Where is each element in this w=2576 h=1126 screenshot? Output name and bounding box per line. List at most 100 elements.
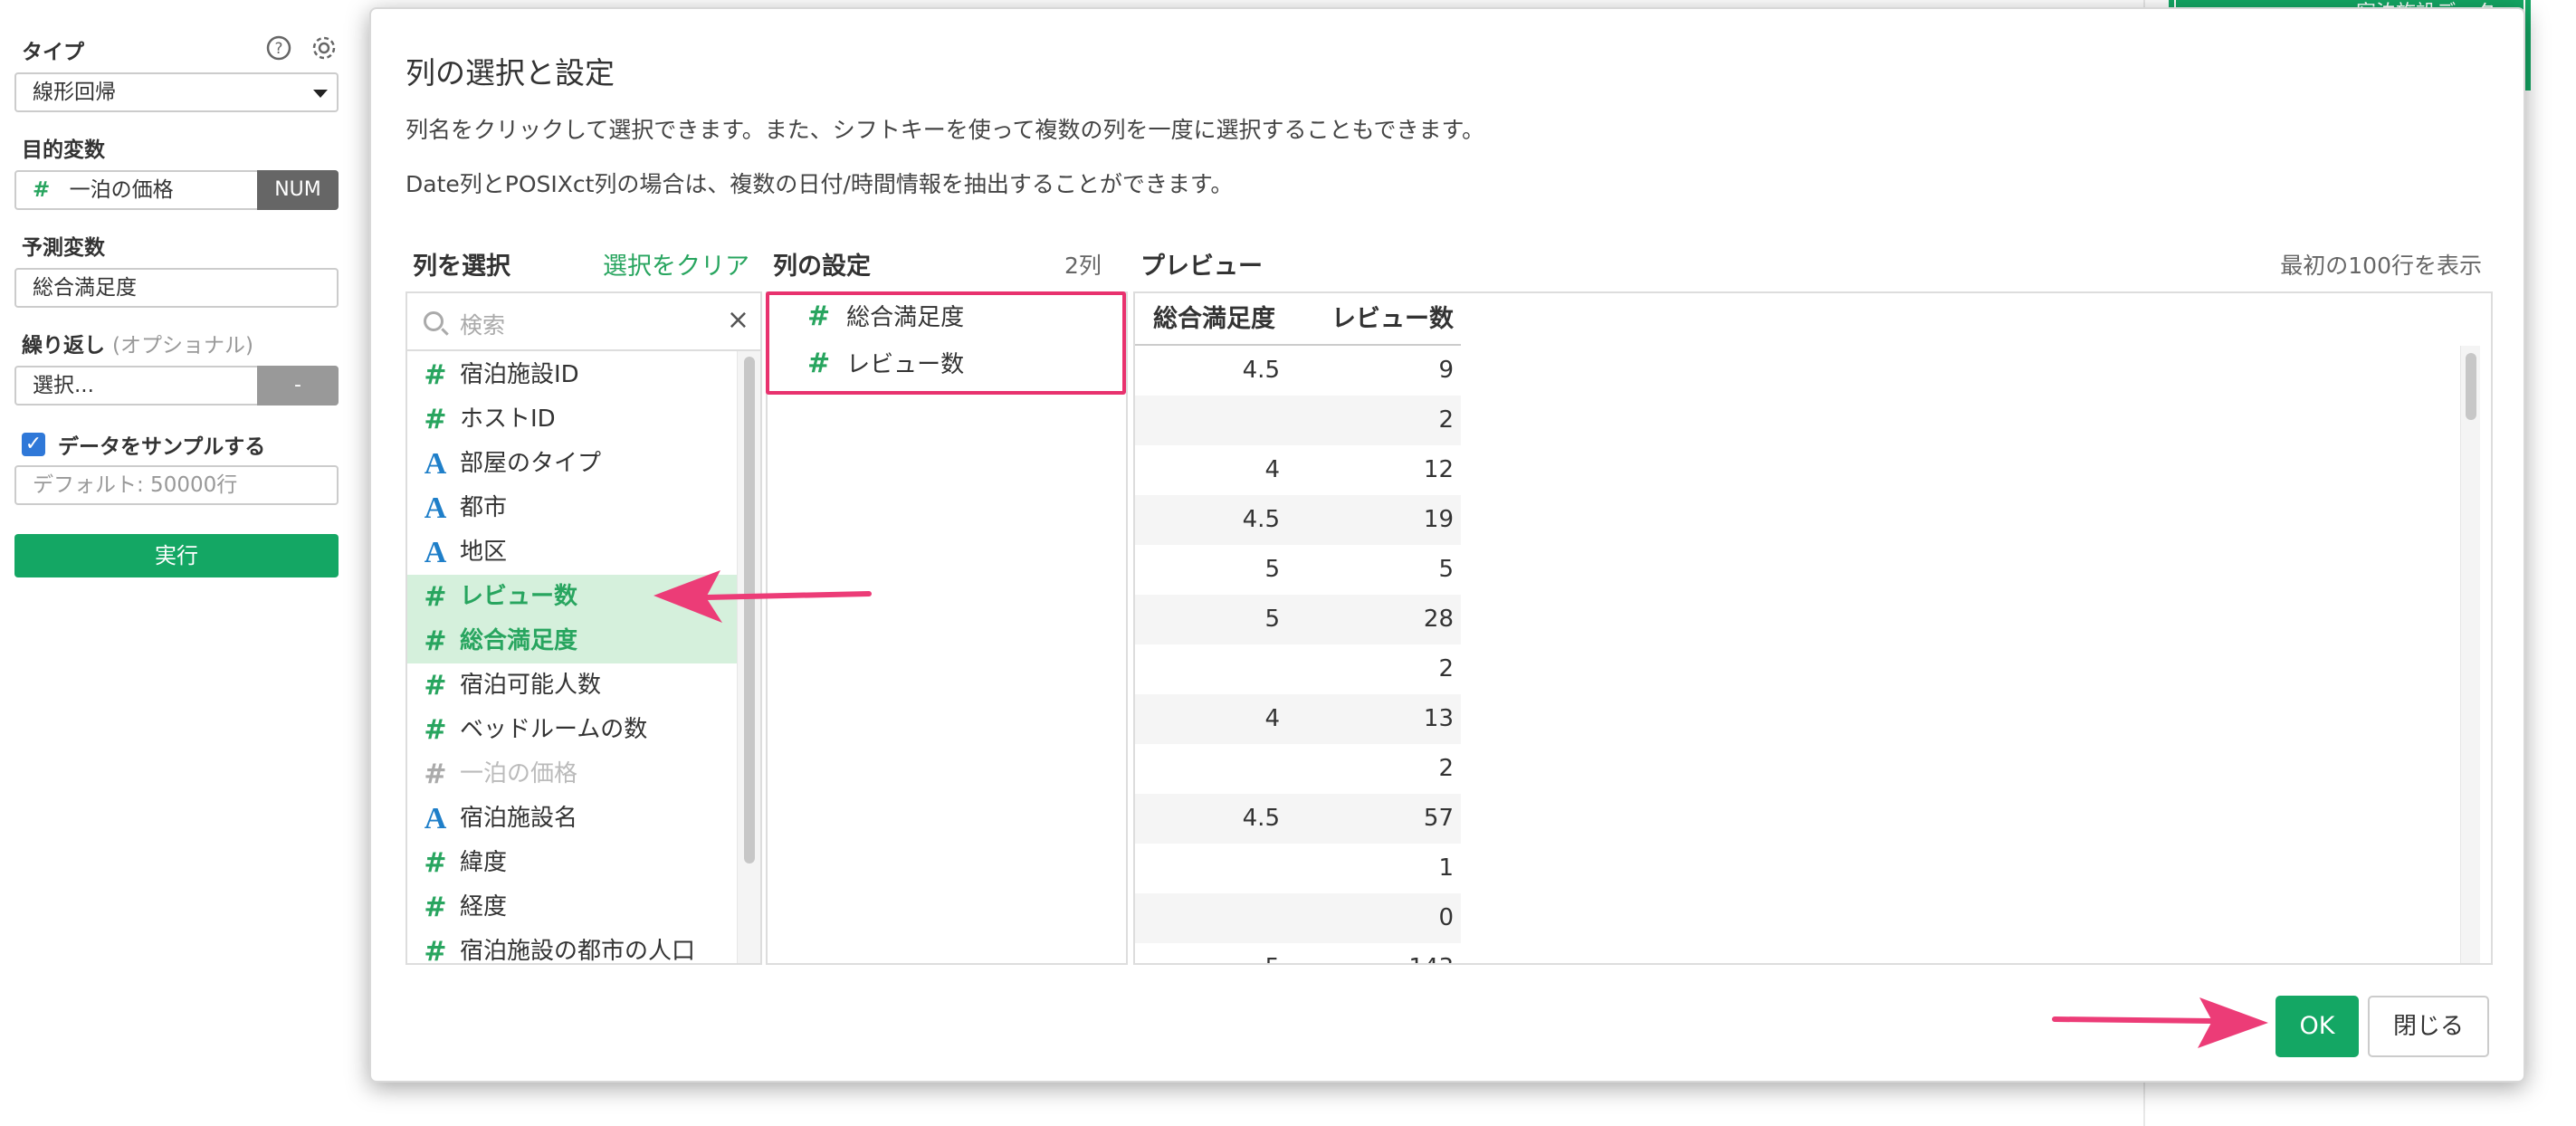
column-name: 緯度 xyxy=(460,849,508,876)
number-type-icon: # xyxy=(424,714,447,746)
column-list-item[interactable]: # ホストID xyxy=(407,397,739,442)
chevron-down-icon xyxy=(313,90,328,98)
search-icon xyxy=(424,311,444,331)
close-icon[interactable]: × xyxy=(727,304,749,336)
selected-column-item[interactable]: # レビュー数 xyxy=(807,346,964,379)
table-row: 1 xyxy=(1135,844,1461,893)
table-row: 4.5 19 xyxy=(1135,495,1461,545)
column-list-item[interactable]: # ベッドルームの数 xyxy=(407,708,739,752)
repeat-label-text: 繰り返し xyxy=(22,334,105,358)
type-select[interactable]: 線形回帰 xyxy=(14,72,339,112)
table-row: 4.5 9 xyxy=(1135,346,1461,396)
close-button[interactable]: 閉じる xyxy=(2368,996,2489,1057)
table-cell: 4 xyxy=(1264,705,1280,732)
preview-rows: 4.5924124.51955528241324.557105143 xyxy=(1135,346,1461,963)
table-row: 5 28 xyxy=(1135,595,1461,644)
column-name: 総合満足度 xyxy=(460,627,578,654)
first-rows-note: 最初の100行を表示 xyxy=(2280,253,2482,279)
pointer-arrow-left-icon xyxy=(654,570,872,623)
table-cell: 9 xyxy=(1438,357,1454,384)
table-cell: 28 xyxy=(1423,606,1454,633)
gear-icon[interactable] xyxy=(310,34,339,63)
selected-column-name: 総合満足度 xyxy=(846,304,965,331)
target-label: 目的変数 xyxy=(22,138,105,162)
column-list-item[interactable]: # 緯度 xyxy=(407,841,739,885)
column-select-dialog: 列の選択と設定 列名をクリックして選択できます。また、シフトキーを使って複数の列… xyxy=(369,7,2525,1083)
table-row: 0 xyxy=(1135,893,1461,943)
column-list-item[interactable]: A 都市 xyxy=(407,486,739,530)
number-type-icon: # xyxy=(33,178,51,202)
column-list-item[interactable]: # 宿泊可能人数 xyxy=(407,663,739,708)
column-name: ホストID xyxy=(460,406,556,433)
preview-header-row: 総合満足度 レビュー数 xyxy=(1135,293,1461,346)
column-list-item[interactable]: # 一泊の価格 xyxy=(407,752,739,797)
table-row: 2 xyxy=(1135,396,1461,445)
number-type-icon: # xyxy=(424,404,447,435)
table-cell: 143 xyxy=(1280,943,1454,963)
table-row: 4.5 57 xyxy=(1135,794,1461,844)
clear-selection-link[interactable]: 選択をクリア xyxy=(603,246,749,282)
character-type-icon: A xyxy=(424,802,447,835)
search-input[interactable]: 検索 xyxy=(460,308,505,340)
column-name: 経度 xyxy=(460,893,508,921)
sidebar: タイプ ? 線形回帰 目的変数 # 一泊の価格 NUM 予測変数 総合満足度 繰… xyxy=(0,0,355,1126)
selected-column-item[interactable]: # 総合満足度 xyxy=(807,299,964,332)
select-columns-header: 列を選択 xyxy=(413,253,510,281)
sample-checkbox[interactable]: ✓ xyxy=(22,433,45,456)
column-name: 部屋のタイプ xyxy=(460,450,602,477)
help-icon[interactable]: ? xyxy=(264,34,293,63)
table-cell: 4.5 xyxy=(1242,805,1280,832)
column-list: # 宿泊施設ID # ホストID A 部屋のタイプ A 都市 A 地区 # レビュー数 # 総合満足度 # 宿… xyxy=(407,353,739,965)
column-settings-header: 列の設定 xyxy=(773,253,871,281)
preview-table: 総合満足度 レビュー数 4.5 9 2 4 12 4.5 19 5 5 5 28 2 4 13 2 4.5 57 1… xyxy=(1135,293,1461,963)
predictor-field[interactable]: 総合満足度 xyxy=(14,268,339,308)
character-type-icon: A xyxy=(424,447,447,481)
repeat-select[interactable]: 選択... - xyxy=(14,366,339,406)
column-list-item[interactable]: A 部屋のタイプ xyxy=(407,442,739,486)
repeat-label: 繰り返し (オプショナル) xyxy=(22,328,253,358)
number-type-icon: # xyxy=(424,936,447,965)
num-badge: NUM xyxy=(257,170,339,210)
pointer-arrow-right-icon xyxy=(2052,997,2268,1048)
run-button[interactable]: 実行 xyxy=(14,534,339,577)
dialog-description-2: Date列とPOSIXct列の場合は、複数の日付/時間情報を抽出することができま… xyxy=(405,171,1234,197)
number-type-icon: # xyxy=(807,301,831,332)
predictor-label: 予測変数 xyxy=(22,236,105,260)
repeat-select-value: 選択... xyxy=(33,374,94,397)
sample-size-input[interactable]: デフォルト: 50000行 xyxy=(14,465,339,505)
table-cell: 2 xyxy=(1438,406,1454,434)
ok-button[interactable]: OK xyxy=(2275,996,2359,1057)
table-cell: 5 xyxy=(1264,556,1280,583)
column-name: ベッドルームの数 xyxy=(460,716,648,743)
column-name: 宿泊可能人数 xyxy=(460,672,602,699)
number-type-icon: # xyxy=(424,359,447,391)
number-type-icon: # xyxy=(807,348,831,379)
preview-scrollbar[interactable] xyxy=(2466,353,2476,420)
table-row: 4 12 xyxy=(1135,445,1461,495)
column-count: 2列 xyxy=(1064,253,1102,279)
table-cell: 12 xyxy=(1423,456,1454,483)
table-row: 2 xyxy=(1135,744,1461,794)
table-row: 5143 xyxy=(1135,943,1461,963)
table-row: 2 xyxy=(1135,644,1461,694)
column-name: レビュー数 xyxy=(460,583,578,610)
search-box[interactable]: 検索 × xyxy=(407,293,760,351)
column-list-item[interactable]: # 宿泊施設ID xyxy=(407,353,739,397)
table-row: 55 xyxy=(1135,545,1461,595)
column-list-item[interactable]: A 宿泊施設名 xyxy=(407,797,739,841)
number-type-icon: # xyxy=(424,892,447,923)
column-list-item[interactable]: # 宿泊施設の都市の人口 xyxy=(407,930,739,965)
column-name: 一泊の価格 xyxy=(460,760,578,787)
target-field[interactable]: # 一泊の価格 NUM xyxy=(14,170,339,210)
number-type-icon: # xyxy=(424,759,447,790)
column-name: 宿泊施設ID xyxy=(460,361,579,388)
target-field-value: 一泊の価格 xyxy=(69,178,174,202)
column-name: 宿泊施設の都市の人口 xyxy=(460,938,696,965)
table-cell: 4.5 xyxy=(1242,506,1280,533)
type-label: タイプ xyxy=(22,41,84,64)
table-cell: 57 xyxy=(1423,805,1454,832)
column-name: 宿泊施設名 xyxy=(460,805,578,832)
number-type-icon: # xyxy=(424,847,447,879)
preview-header: プレビュー xyxy=(1140,253,1263,281)
column-list-item[interactable]: # 経度 xyxy=(407,885,739,930)
